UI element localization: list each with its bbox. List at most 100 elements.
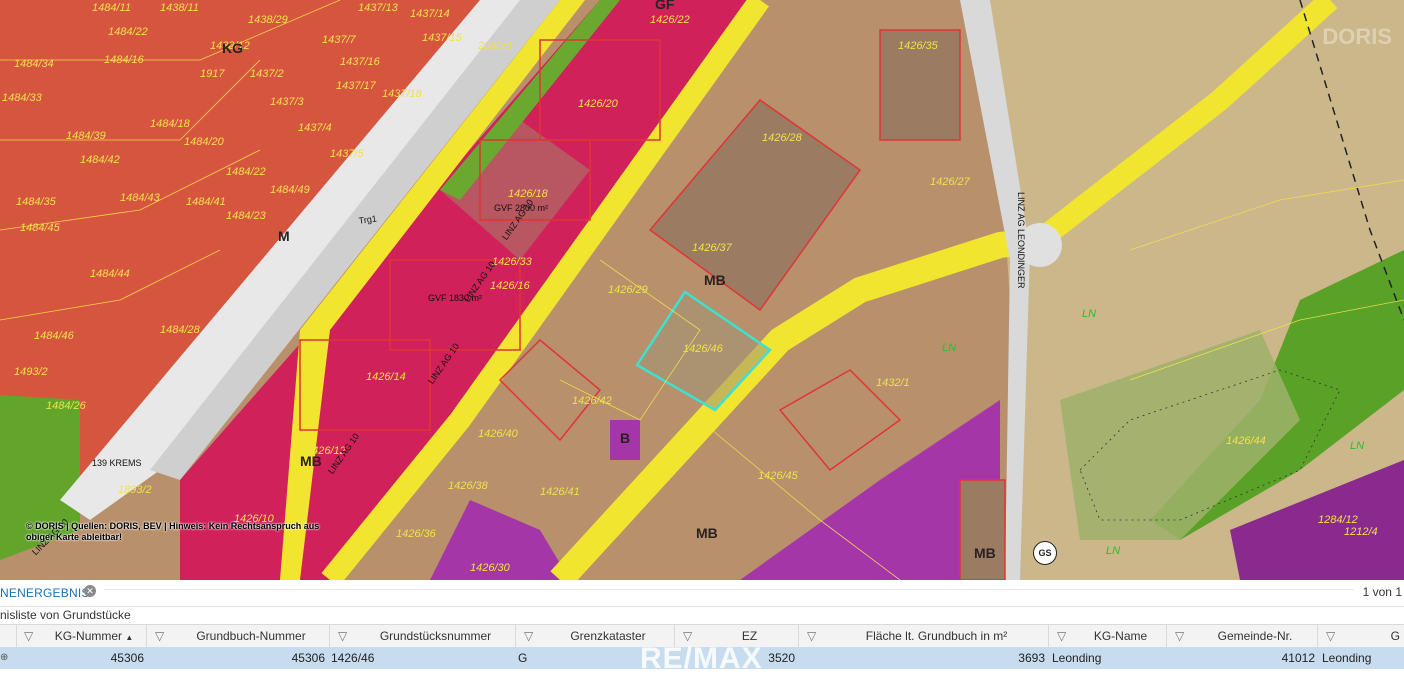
filter-icon[interactable]: ▽ — [807, 625, 816, 647]
parcel-number-label: 1212/4 — [1344, 526, 1378, 538]
map-canvas[interactable]: 1484/11 1438/11 1438/29 1437/13 1437/14 1484/… — [0, 0, 1404, 580]
gs-badge: GS — [1033, 541, 1057, 565]
filter-icon[interactable]: ▽ — [338, 625, 347, 647]
parcel-number-label: 1484/11 — [92, 2, 131, 14]
remax-watermark: RE/MAX — [640, 642, 763, 675]
parcel-number-label: 1432/1 — [876, 377, 910, 389]
column-header-grundstuecksnummer[interactable]: ▽ Grundstücksnummer — [330, 625, 516, 647]
parcel-number-label: 1426/30 — [470, 562, 510, 574]
map-watermark: DORIS — [1322, 24, 1392, 49]
column-header-grundbuch-nummer[interactable]: ▽ Grundbuch-Nummer — [147, 625, 330, 647]
column-header-kg-nummer[interactable]: ▽ KG-Nummer ▲ — [16, 625, 147, 647]
parcel-number-label: 1484/28 — [160, 324, 200, 336]
parcel-number-label: 1437/15 — [422, 32, 462, 44]
column-header-gemeinde[interactable]: ▽ G — [1318, 625, 1404, 647]
zone-code-label: GF — [655, 0, 675, 12]
filter-icon[interactable]: ▽ — [1326, 625, 1335, 647]
row-zoom-icon[interactable]: ⊕ — [0, 647, 16, 669]
parcel-number-label: 1484/43 — [120, 192, 160, 204]
parcel-number-label: 1426/37 — [692, 242, 732, 254]
results-tab-title[interactable]: NENERGEBNIS — [0, 586, 90, 600]
filter-icon[interactable]: ▽ — [24, 625, 33, 647]
parcel-number-label: 1893/2 — [118, 484, 152, 496]
tab-divider — [104, 589, 1354, 590]
parcel-number-label: 1484/22 — [108, 26, 148, 38]
parcel-number-label: 1284/12 — [1318, 514, 1358, 526]
parcel-number-label: 1426/38 — [448, 480, 488, 492]
parcel-number-label: 1437/16 — [340, 56, 380, 68]
filter-icon[interactable]: ▽ — [524, 625, 533, 647]
parcel-number-label: 2080/3 — [478, 40, 512, 52]
results-panel: NENERGEBNIS ✕ 1 von 1 nisliste von Grund… — [0, 580, 1404, 688]
parcel-number-label: 1484/45 — [20, 222, 60, 234]
parcel-number-label: 1426/46 — [683, 343, 723, 355]
parcel-number-label: 1484/46 — [34, 330, 74, 342]
column-header-flaeche[interactable]: ▽ Fläche lt. Grundbuch in m² — [799, 625, 1049, 647]
cell-flaeche: 3693 — [1018, 651, 1045, 665]
parcel-number-label: 1426/45 — [758, 470, 798, 482]
parcel-number-label: 1437/7 — [322, 34, 356, 46]
parcel-number-label: 1426/36 — [396, 528, 436, 540]
parcel-number-label: 1438/29 — [248, 14, 288, 26]
parcel-number-label: 1426/33 — [492, 256, 532, 268]
cell-kg-nummer: 45306 — [110, 651, 144, 665]
map-copyright: © DORIS | Quellen: DORIS, BEV | Hinweis:… — [26, 521, 320, 542]
parcel-number-label: 1484/26 — [46, 400, 86, 412]
parcel-number-label: 1484/16 — [104, 54, 144, 66]
zone-code-label: B — [620, 430, 631, 446]
column-header-gemeinde-nr[interactable]: ▽ Gemeinde-Nr. — [1167, 625, 1318, 647]
filter-icon[interactable]: ▽ — [1175, 625, 1184, 647]
filter-icon[interactable]: ▽ — [155, 625, 164, 647]
parcel-number-label: 1437/4 — [298, 122, 332, 134]
parcel-number-label: 1484/18 — [150, 118, 190, 130]
column-header-kg-name[interactable]: ▽ KG-Name — [1049, 625, 1167, 647]
parcel-number-label: 1484/41 — [186, 196, 226, 208]
cell-grundstuecksnummer: 1426/46 — [331, 651, 375, 665]
parcel-number-label: 1484/44 — [90, 268, 130, 280]
parcel-number-label: 1426/28 — [762, 132, 802, 144]
close-icon[interactable]: ✕ — [84, 585, 96, 597]
map-graphics — [0, 0, 1404, 580]
parcel-number-label: 1426/29 — [608, 284, 648, 296]
road-name-label: GVF 2800 m² — [494, 203, 549, 213]
land-use-label: LN — [1350, 440, 1365, 452]
results-titlebar: NENERGEBNIS ✕ 1 von 1 — [0, 580, 1404, 607]
parcel-number-label: 1493/2 — [14, 366, 48, 378]
parcel-number-label: 1437/13 — [358, 2, 398, 14]
parcel-number-label: 1426/40 — [478, 428, 518, 440]
zone-code-label: KG — [222, 40, 243, 56]
parcel-number-label: 1426/41 — [540, 486, 580, 498]
parcel-number-label: 1484/42 — [80, 154, 120, 166]
zone-code-label: MB — [696, 525, 718, 541]
parcel-number-label: 1484/23 — [226, 210, 266, 222]
road-name-label: LINZ AG LEONDINGER — [1016, 192, 1026, 289]
parcel-number-label: 1426/42 — [572, 395, 612, 407]
parcel-number-label: 1484/35 — [16, 196, 56, 208]
parcel-number-label: 1484/33 — [2, 92, 42, 104]
parcel-number-label: 1437/5 — [330, 148, 364, 160]
pager-text: 1 von 1 — [1362, 585, 1402, 599]
road-name-label: GVF 1830 m² — [428, 293, 483, 303]
land-use-label: LN — [1106, 545, 1121, 557]
parcel-number-label: 1426/14 — [366, 371, 406, 383]
sort-ascending-icon: ▲ — [125, 633, 134, 642]
cell-gemeinde-name: Leonding — [1322, 651, 1372, 665]
parcel-number-label: 1484/34 — [14, 58, 54, 70]
parcel-number-label: 1438/11 — [160, 2, 199, 14]
land-use-label: LN — [942, 342, 957, 354]
parcel-number-label: 1426/35 — [898, 40, 938, 52]
cell-grundbuch-nummer: 45306 — [291, 651, 325, 665]
parcel-number-label: 1437/18 — [382, 88, 422, 100]
parcel-number-label: 1484/20 — [184, 136, 224, 148]
zone-code-label: MB — [974, 545, 996, 561]
filter-icon[interactable]: ▽ — [1057, 625, 1066, 647]
results-subtitle: nisliste von Grundstücke — [0, 608, 131, 622]
column-header-checkbox[interactable] — [0, 625, 17, 647]
parcel-number-label: 1426/20 — [578, 98, 618, 110]
parcel-number-label: 1426/16 — [490, 280, 530, 292]
parcel-number-label: 1437/17 — [336, 80, 376, 92]
zone-code-label: M — [278, 228, 290, 244]
parcel-number-label: 1484/39 — [66, 130, 106, 142]
parcel-number-label: 1437/14 — [410, 8, 450, 20]
cell-gemeinde-nr: 41012 — [1281, 651, 1315, 665]
